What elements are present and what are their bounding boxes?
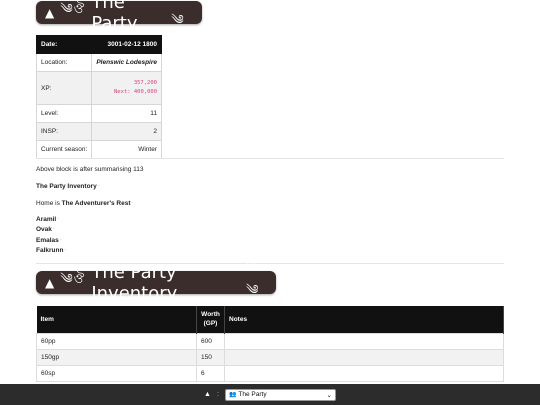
ornament-left-icon: ༄ঔ: [60, 272, 86, 287]
xp-next: Next: 400,000: [113, 89, 157, 95]
col-notes-header: Notes: [224, 306, 504, 333]
inventory-link-line: The Party Inventory◦: [36, 183, 99, 190]
table-row: 60sp 6: [36, 364, 504, 382]
inventory-header-row: Item Worth (GP) Notes: [36, 306, 504, 333]
stats-row-xp: XP: 357,200 Next: 400,000: [35, 71, 162, 105]
xp-value: 357,200: [133, 80, 157, 86]
inventory-link[interactable]: The Party Inventory: [36, 183, 97, 190]
season-value: Winter: [91, 140, 162, 159]
inventory-heading-title: The Party Inventory: [91, 261, 178, 304]
item-cell: 60pp: [36, 332, 197, 350]
stats-row-level: Level: 11: [35, 104, 162, 123]
item-cell: 150gp: [36, 348, 197, 366]
party-stats-table: Date: 3001-02-12 1800 Location: Plenswic…: [35, 35, 162, 159]
separator: :: [216, 391, 219, 398]
insp-value: 2: [91, 122, 162, 141]
worth-cell: 6: [196, 364, 225, 382]
party-heading: ▲ ༄ঔ The Party ঔ༄: [36, 0, 202, 34]
location-label: Location:: [35, 53, 93, 72]
ornament-right-icon: ঔ༄: [171, 0, 185, 28]
worth-cell: 150: [196, 348, 225, 366]
notes-cell: [224, 364, 504, 382]
summary-note: Above block is after summarising 113: [36, 166, 144, 173]
people-icon: 👥: [228, 392, 237, 398]
inventory-heading: ▲ ༄ঔ The Party Inventory ঔ༄: [36, 256, 276, 304]
xp-cell: 357,200 Next: 400,000: [91, 71, 162, 105]
col-item-header: Item: [36, 306, 197, 333]
chevron-down-icon: ⌄: [326, 391, 332, 399]
location-value: Plenswic Lodespire: [91, 53, 162, 72]
member-emalas[interactable]: Emalas◦: [36, 237, 62, 244]
link-dot-icon: ◦: [57, 216, 60, 223]
stats-row-date: Date: 3001-02-12 1800: [35, 35, 162, 54]
xp-label: XP:: [35, 71, 93, 105]
insp-label: INSP:: [35, 122, 93, 141]
divider: [36, 158, 504, 159]
date-label: Date:: [35, 35, 93, 54]
member-name[interactable]: Aramil: [36, 216, 56, 223]
link-dot-icon: ◦: [64, 247, 67, 254]
link-dot-icon: ◦: [59, 237, 62, 244]
level-value: 11: [91, 104, 162, 123]
ornament-right-icon: ঔ༄: [245, 255, 260, 298]
member-ovak[interactable]: Ovak◦: [36, 226, 55, 233]
section-select[interactable]: 👥 The Party ⌄: [224, 388, 336, 401]
scroll-top-icon[interactable]: ▲: [204, 391, 211, 398]
member-falkrunn[interactable]: Falkrunn◦: [36, 247, 66, 254]
collapse-toggle-icon[interactable]: ▲: [45, 276, 54, 290]
bottom-nav-bar: ▲ : 👥 The Party ⌄: [0, 384, 540, 405]
link-dot-icon: ◦: [97, 183, 100, 190]
worth-header-line1: Worth: [201, 311, 220, 319]
home-line: Home is The Adventurer's Rest◦: [36, 200, 133, 207]
notes-cell: [224, 348, 504, 366]
stats-row-location: Location: Plenswic Lodespire: [35, 53, 162, 72]
date-value: 3001-02-12 1800: [91, 35, 162, 54]
member-name[interactable]: Emalas: [36, 237, 59, 244]
home-link[interactable]: The Adventurer's Rest: [62, 200, 131, 207]
page: ▲ ༄ঔ The Party ঔ༄ Date: 3001-02-12 1800 …: [0, 0, 540, 405]
worth-cell: 600: [196, 332, 225, 350]
season-label: Current season:: [35, 140, 93, 159]
worth-header-line2: (GP): [203, 320, 218, 328]
member-name[interactable]: Ovak: [36, 226, 52, 233]
stats-row-season: Current season: Winter: [35, 140, 162, 159]
table-row: 150gp 150: [36, 348, 504, 366]
level-label: Level:: [35, 104, 93, 123]
party-heading-title: The Party: [91, 0, 138, 34]
member-aramil[interactable]: Aramil◦: [36, 216, 59, 223]
select-label-group: 👥 The Party: [229, 391, 267, 398]
inventory-table: Item Worth (GP) Notes 60pp 600 150gp 150…: [36, 306, 504, 382]
stats-row-insp: INSP: 2: [35, 122, 162, 141]
link-dot-icon: ◦: [131, 200, 134, 207]
home-prefix: Home is: [36, 200, 62, 207]
link-dot-icon: ◦: [52, 226, 55, 233]
ornament-left-icon: ༄ঔ: [60, 2, 86, 17]
table-row: 60pp 600: [36, 332, 504, 350]
col-worth-header: Worth (GP): [196, 306, 225, 333]
notes-cell: [224, 332, 504, 350]
select-value: The Party: [238, 391, 267, 398]
collapse-toggle-icon[interactable]: ▲: [45, 6, 54, 20]
member-name[interactable]: Falkrunn: [36, 247, 63, 254]
item-cell: 60sp: [36, 364, 197, 382]
